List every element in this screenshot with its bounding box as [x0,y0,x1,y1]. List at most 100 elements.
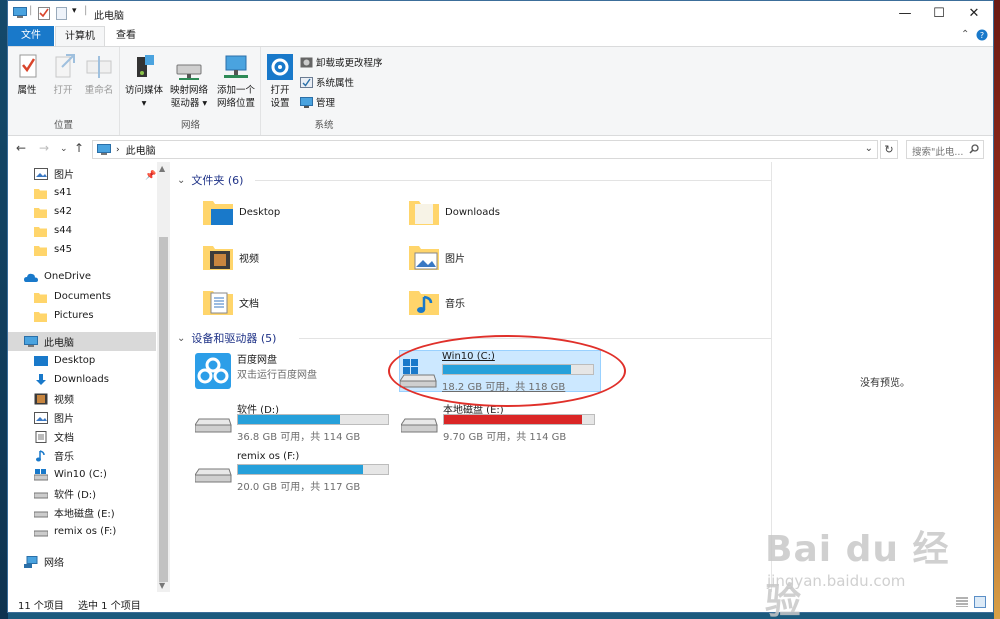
ribbon: 属性 打开 重命名 位置 访问媒体 ▾ 映射网络 驱动器 ▾ 添加一个 网络位置… [8,46,993,136]
close-button[interactable]: ✕ [958,1,990,26]
manage-button[interactable]: 管理 [300,93,335,111]
folder-tile-music[interactable]: 音乐 [407,282,465,322]
customize-quick-access-icon[interactable]: ▾ [72,6,77,16]
pictures-icon [34,411,48,424]
computer-icon [97,143,111,155]
tab-view[interactable]: 查看 [106,26,146,46]
nav-label: Win10 (C:) [54,469,107,480]
add-network-location-button[interactable]: 添加一个 网络位置 [213,53,259,110]
breadcrumb-this-pc[interactable]: 此电脑 [126,142,156,157]
minimize-button[interactable]: — [889,1,921,26]
folder-name: 文档 [239,298,259,310]
nav-item-videos[interactable]: 视频 [8,389,156,408]
devices-section-header[interactable]: ⌄ 设备和驱动器 (5) [177,330,276,346]
system-properties-icon [300,76,313,88]
nav-item-documents[interactable]: Documents [8,287,156,306]
breadcrumb-separator-icon[interactable]: › [116,145,120,155]
nav-item-documents-pc[interactable]: 文档 [8,427,156,446]
nav-item-s44[interactable]: s44 [8,221,156,240]
folder-icon [34,226,47,237]
map-network-drive-button[interactable]: 映射网络 驱动器 ▾ [167,53,211,110]
nav-item-s41[interactable]: s41 [8,183,156,202]
nav-item-network[interactable]: 网络 [8,552,156,571]
back-arrow-icon[interactable]: ← [16,141,26,155]
folders-section-header[interactable]: ⌄ 文件夹 (6) [177,172,243,188]
nav-item-drive-d[interactable]: 软件 (D:) [8,484,156,503]
nav-item-drive-f[interactable]: remix os (F:) [8,522,156,541]
large-icons-view-icon[interactable] [974,596,986,608]
pictures-icon [34,167,48,180]
forward-arrow-icon[interactable]: → [39,141,49,155]
folder-tile-desktop[interactable]: Desktop [201,192,280,232]
maximize-button[interactable]: ☐ [923,1,955,26]
nav-item-quick-pictures[interactable]: 图片 📌 [8,164,156,183]
nav-label: Desktop [54,355,96,366]
open-button[interactable]: 打开 [48,53,78,97]
folder-name: 图片 [445,253,465,265]
windows-drive-icon [34,468,48,480]
music-note-icon [36,449,45,461]
properties-button[interactable]: 属性 [12,53,42,97]
tab-file[interactable]: 文件 [8,26,54,46]
nav-item-music[interactable]: 音乐 [8,446,156,465]
drive-d-tile[interactable]: 软件 (D:) 36.8 GB 可用，共 114 GB [195,401,395,443]
nav-scrollbar[interactable]: ▲ ▼ [157,162,170,592]
properties-quick-icon[interactable] [38,7,50,20]
nav-label: remix os (F:) [54,526,117,537]
nav-scrollbar-thumb[interactable] [159,237,168,582]
computer-icon [24,335,38,347]
baidu-netdisk-tile[interactable]: 百度网盘 双击运行百度网盘 [195,351,395,393]
folder-tile-downloads[interactable]: Downloads [407,192,500,232]
no-preview-text: 没有预览。 [860,378,910,389]
access-media-button[interactable]: 访问媒体 ▾ [123,53,165,110]
nav-item-this-pc[interactable]: 此电脑 [8,332,156,351]
pictures-folder-icon [409,246,439,270]
search-input[interactable]: 搜索"此电... [906,140,984,159]
folder-tile-documents[interactable]: 文档 [201,282,259,322]
navigation-pane: 图片 📌 s41 s42 s44 s45 OneDrive Documents [8,162,171,592]
pin-icon[interactable]: 📌 [145,171,156,181]
scroll-down-icon[interactable]: ▼ [159,581,165,590]
address-dropdown-icon[interactable]: ⌄ [865,143,873,154]
recent-locations-icon[interactable]: ⌄ [60,144,68,154]
system-properties-button[interactable]: 系统属性 [300,73,354,91]
nav-label: 网络 [44,558,64,569]
up-arrow-icon[interactable]: ↑ [74,141,84,155]
folders-header-text: 文件夹 (6) [191,174,244,187]
scroll-up-icon[interactable]: ▲ [159,164,165,173]
new-folder-quick-icon[interactable] [56,7,67,20]
help-icon[interactable]: ? [976,29,988,41]
nav-label: Pictures [54,310,94,321]
search-icon [969,144,979,154]
nav-item-s42[interactable]: s42 [8,202,156,221]
nav-item-downloads[interactable]: Downloads [8,370,156,389]
title-bar[interactable]: | ▾ | 此电脑 — ☐ ✕ [8,1,993,26]
app-subtitle: 双击运行百度网盘 [237,370,317,381]
nav-item-s45[interactable]: s45 [8,240,156,259]
open-settings-button[interactable]: 打开 设置 [264,53,296,110]
nav-item-pictures[interactable]: 图片 [8,408,156,427]
nav-item-desktop[interactable]: Desktop [8,351,156,370]
tab-computer[interactable]: 计算机 [55,26,105,46]
nav-item-drive-e[interactable]: 本地磁盘 (E:) [8,503,156,522]
baidu-netdisk-icon [195,353,231,389]
rename-button[interactable]: 重命名 [82,53,116,97]
folder-tile-pictures[interactable]: 图片 [407,237,465,277]
drive-info: 20.0 GB 可用，共 117 GB [237,482,361,493]
collapse-chevron-icon[interactable]: ⌄ [177,333,185,344]
refresh-button[interactable]: ↻ [880,140,898,159]
window-title: 此电脑 [94,11,124,22]
nav-item-drive-c[interactable]: Win10 (C:) [8,465,156,484]
drive-usage-bar [443,414,595,425]
ribbon-group-title: 网络 [180,120,200,131]
drive-e-tile[interactable]: 本地磁盘 (E:) 9.70 GB 可用，共 114 GB [401,401,601,443]
collapse-ribbon-icon[interactable]: ⌃ [961,29,969,40]
folder-tile-videos[interactable]: 视频 [201,237,259,277]
drive-f-tile[interactable]: remix os (F:) 20.0 GB 可用，共 117 GB [195,451,395,493]
uninstall-program-button[interactable]: 卸载或更改程序 [300,53,383,71]
nav-item-onedrive[interactable]: OneDrive [8,267,156,286]
collapse-chevron-icon[interactable]: ⌄ [177,175,185,186]
nav-label: 图片 [54,170,74,181]
nav-item-pictures-onedrive[interactable]: Pictures [8,306,156,325]
address-bar[interactable]: › 此电脑 ⌄ [92,140,878,159]
